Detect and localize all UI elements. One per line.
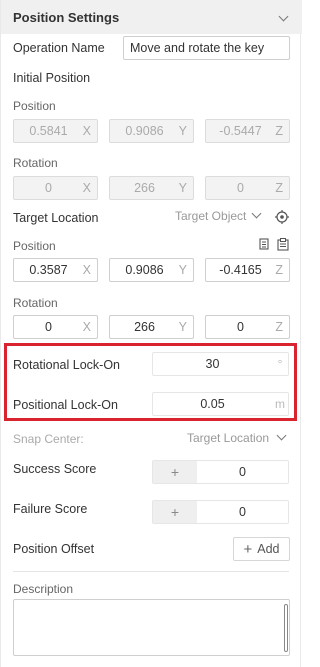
axis-z-label: Z	[275, 263, 283, 277]
textarea-scrollbar[interactable]	[284, 604, 288, 652]
success-score-value[interactable]: 0	[197, 461, 288, 483]
rotational-lock-on-input[interactable]: 30 °	[152, 352, 289, 376]
initial-position-x-value: 0.5841	[29, 124, 68, 138]
initial-rotation-y: 266 Y	[109, 176, 194, 200]
add-offset-label: Add	[257, 542, 280, 556]
chevron-down-icon[interactable]	[279, 13, 288, 22]
target-rotation-label: Rotation	[13, 296, 58, 310]
target-rotation-x[interactable]: 0 X	[13, 315, 98, 339]
failure-score-label: Failure Score	[13, 502, 88, 516]
operation-name-label: Operation Name	[13, 41, 105, 55]
rotational-lock-on-value: 30	[205, 357, 220, 371]
initial-position-z: -0.5447 Z	[205, 119, 290, 143]
axis-y-label: Y	[178, 124, 187, 138]
initial-rotation-label: Rotation	[13, 156, 58, 170]
axis-y-label: Y	[178, 181, 187, 195]
chevron-down-icon	[277, 432, 286, 441]
target-location-label: Target Location	[13, 211, 99, 225]
target-rotation-y-value: 266	[134, 320, 155, 334]
snap-center-value: Target Location	[187, 431, 270, 445]
positional-lock-on-label: Positional Lock-On	[13, 398, 118, 412]
axis-z-label: Z	[275, 124, 283, 138]
initial-rotation-z: 0 Z	[205, 176, 290, 200]
target-position-z[interactable]: -0.4165 Z	[205, 258, 290, 282]
paste-icon[interactable]	[277, 238, 289, 251]
axis-x-label: X	[82, 263, 91, 277]
description-label: Description	[13, 582, 74, 596]
initial-position-label: Position	[13, 99, 56, 113]
target-position-x[interactable]: 0.3587 X	[13, 258, 98, 282]
failure-score-value[interactable]: 0	[197, 501, 288, 523]
operation-name-input[interactable]: Move and rotate the key	[123, 36, 290, 60]
position-settings-panel: Position Settings Operation Name Move an…	[0, 0, 302, 667]
initial-position-z-value: -0.5447	[219, 124, 262, 138]
initial-rotation-x-value: 0	[45, 181, 52, 195]
axis-z-label: Z	[275, 320, 283, 334]
success-score-label: Success Score	[13, 462, 97, 476]
failure-score-plus-button[interactable]: +	[153, 501, 197, 523]
axis-x-label: X	[82, 181, 91, 195]
target-rotation-z[interactable]: 0 Z	[205, 315, 290, 339]
success-score-stepper[interactable]: + 0	[152, 460, 289, 484]
failure-score-stepper[interactable]: + 0	[152, 500, 289, 524]
target-location-dropdown-value: Target Object	[175, 209, 247, 223]
panel-title: Position Settings	[13, 9, 120, 25]
initial-rotation-y-value: 266	[134, 181, 155, 195]
target-position-x-value: 0.3587	[29, 263, 68, 277]
target-location-dropdown[interactable]: Target Object	[175, 209, 261, 223]
target-rotation-y[interactable]: 266 Y	[109, 315, 194, 339]
initial-position-y: 0.9086 Y	[109, 119, 194, 143]
axis-x-label: X	[82, 124, 91, 138]
initial-rotation-z-value: 0	[237, 181, 244, 195]
success-score-plus-button[interactable]: +	[153, 461, 197, 483]
positional-lock-on-input[interactable]: 0.05 m	[152, 392, 289, 416]
meter-unit: m	[275, 397, 285, 411]
plus-icon: +	[243, 540, 253, 558]
axis-y-label: Y	[178, 263, 187, 277]
chevron-down-icon	[252, 210, 261, 219]
target-rotation-z-value: 0	[237, 320, 244, 334]
target-position-label: Position	[13, 239, 56, 253]
initial-position-y-value: 0.9086	[125, 124, 164, 138]
initial-position-heading: Initial Position	[13, 71, 91, 85]
degree-unit: °	[277, 357, 283, 371]
target-position-y[interactable]: 0.9086 Y	[109, 258, 194, 282]
snap-center-dropdown[interactable]: Target Location	[187, 431, 286, 445]
divider	[13, 571, 289, 572]
target-rotation-x-value: 0	[45, 320, 52, 334]
positional-lock-on-value: 0.05	[200, 397, 225, 411]
target-position-y-value: 0.9086	[125, 263, 164, 277]
description-textarea[interactable]	[13, 599, 290, 656]
axis-y-label: Y	[178, 320, 187, 334]
axis-z-label: Z	[275, 181, 283, 195]
copy-icon[interactable]	[259, 238, 271, 251]
axis-x-label: X	[82, 320, 91, 334]
target-position-z-value: -0.4165	[219, 263, 262, 277]
rotational-lock-on-label: Rotational Lock-On	[13, 358, 121, 372]
initial-rotation-x: 0 X	[13, 176, 98, 200]
snap-center-label: Snap Center:	[13, 432, 84, 446]
panel-header[interactable]: Position Settings	[1, 0, 302, 34]
initial-position-x: 0.5841 X	[13, 119, 98, 143]
target-crosshair-icon[interactable]	[275, 210, 289, 224]
position-offset-label: Position Offset	[13, 542, 95, 556]
operation-name-value: Move and rotate the key	[130, 41, 265, 55]
add-offset-button[interactable]: + Add	[233, 537, 290, 561]
